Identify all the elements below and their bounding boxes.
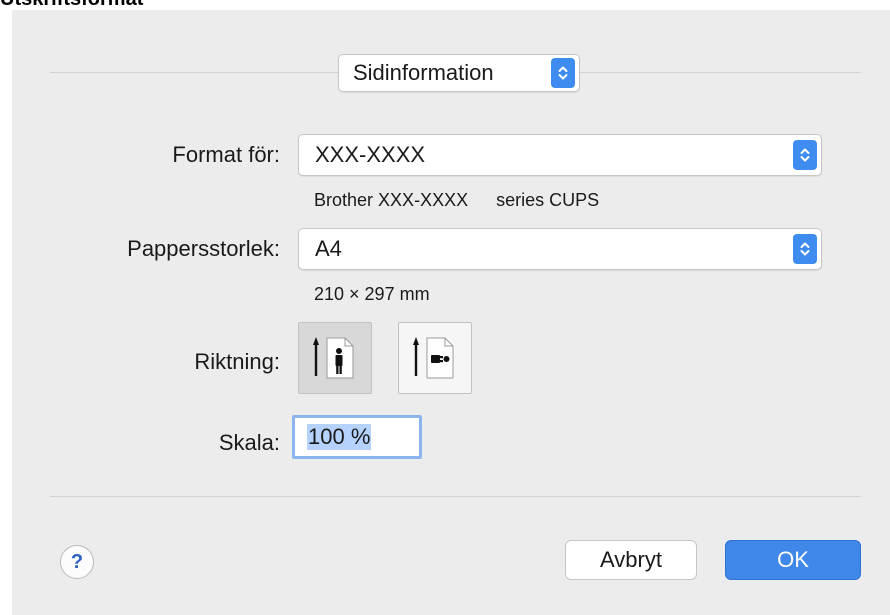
printer-description: Brother XXX-XXXX series CUPS	[314, 190, 599, 211]
paper-size-value: A4	[315, 236, 342, 261]
scale-input[interactable]: 100 %	[292, 415, 422, 459]
help-button[interactable]: ?	[60, 545, 94, 579]
portrait-orientation-button[interactable]	[298, 322, 372, 394]
paper-size-label: Pappersstorlek:	[127, 236, 280, 261]
scale-label: Skala:	[218, 430, 280, 455]
ok-button[interactable]: OK	[725, 540, 861, 580]
paper-dimensions: 210 × 297 mm	[314, 284, 430, 304]
landscape-orientation-icon	[413, 337, 454, 379]
format-for-popup[interactable]: XXX-XXXX	[298, 134, 822, 176]
orientation-label: Riktning:	[194, 349, 280, 374]
stepper-chevrons-icon	[793, 234, 817, 264]
scale-value: 100 %	[307, 424, 372, 450]
cancel-button[interactable]: Avbryt	[565, 540, 697, 580]
section-selector-value: Sidinformation	[353, 60, 494, 85]
stepper-chevrons-icon	[551, 58, 575, 88]
top-separator-left	[50, 72, 348, 73]
page-setup-dialog: Sidinformation Format för: XXX-XXXX Brot…	[12, 10, 890, 615]
printer-suffix: series CUPS	[496, 190, 600, 210]
paper-size-popup[interactable]: A4	[298, 228, 822, 270]
printer-brand: Brother	[314, 190, 374, 210]
help-icon: ?	[70, 550, 84, 573]
bottom-separator	[50, 496, 860, 497]
landscape-orientation-button[interactable]	[398, 322, 472, 394]
printer-model: XXX-XXXX	[378, 190, 469, 210]
section-selector[interactable]: Sidinformation	[338, 54, 580, 92]
format-for-label: Format för:	[172, 142, 280, 167]
format-for-value: XXX-XXXX	[315, 142, 426, 167]
portrait-orientation-icon	[313, 337, 354, 379]
top-separator-right	[580, 72, 860, 73]
stepper-chevrons-icon	[793, 140, 817, 170]
